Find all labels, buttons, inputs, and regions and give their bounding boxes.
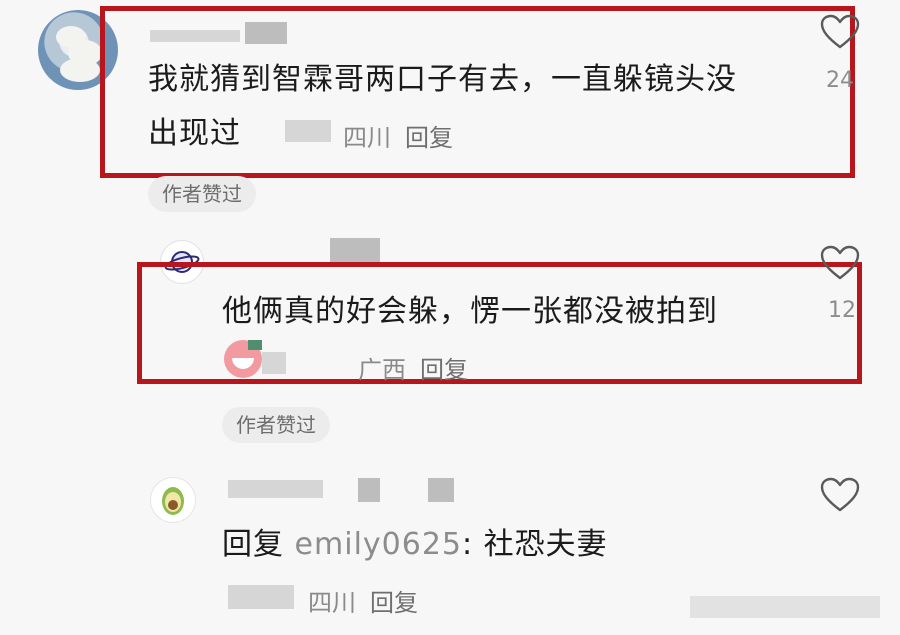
laughing-emoji-icon <box>224 340 262 378</box>
comment-3-reply-button[interactable]: 回复 <box>370 583 418 618</box>
reply-prefix: 回复 <box>222 527 284 562</box>
timestamp-blurred <box>228 585 294 609</box>
comment-3-location: 四川 <box>308 589 356 617</box>
comment-1-reply-button[interactable]: 回复 <box>405 118 453 153</box>
avocado-avatar-icon <box>162 487 184 515</box>
avatar-comment-3[interactable] <box>150 477 196 523</box>
username-blurred[interactable] <box>358 478 380 502</box>
username-blurred[interactable] <box>428 478 454 502</box>
comment-2-reply-button[interactable]: 回复 <box>420 350 468 385</box>
heart-outline-icon[interactable] <box>820 477 860 513</box>
heart-outline-icon[interactable] <box>820 14 860 50</box>
comment-1-text-line2: 出现过 <box>148 116 241 151</box>
username-blurred[interactable] <box>330 238 380 264</box>
watermark-blurred <box>690 596 880 618</box>
comment-3-text: 回复 emily0625: 社恐夫妻 <box>222 518 608 572</box>
comment-1-author-liked-badge: 作者赞过 <box>148 176 256 212</box>
heart-outline-icon[interactable] <box>820 245 860 281</box>
username-blurred <box>262 352 286 374</box>
comment-2-like-count: 12 <box>828 298 856 323</box>
comment-1-text-line1: 我就猜到智霖哥两口子有去，一直躲镜头没 <box>148 62 737 97</box>
comment-2-author-liked-badge: 作者赞过 <box>222 407 330 443</box>
reply-text: : 社恐夫妻 <box>462 527 608 562</box>
comment-2-text: 他俩真的好会躲，愣一张都没被拍到 <box>222 294 718 329</box>
reply-to-username[interactable]: emily0625 <box>295 527 462 562</box>
comment-1-location: 四川 <box>343 124 391 152</box>
comment-1-like-count: 24 <box>826 68 854 93</box>
username-blurred[interactable] <box>228 480 323 498</box>
timestamp-blurred <box>285 120 331 142</box>
comment-2-location: 广西 <box>358 356 406 384</box>
